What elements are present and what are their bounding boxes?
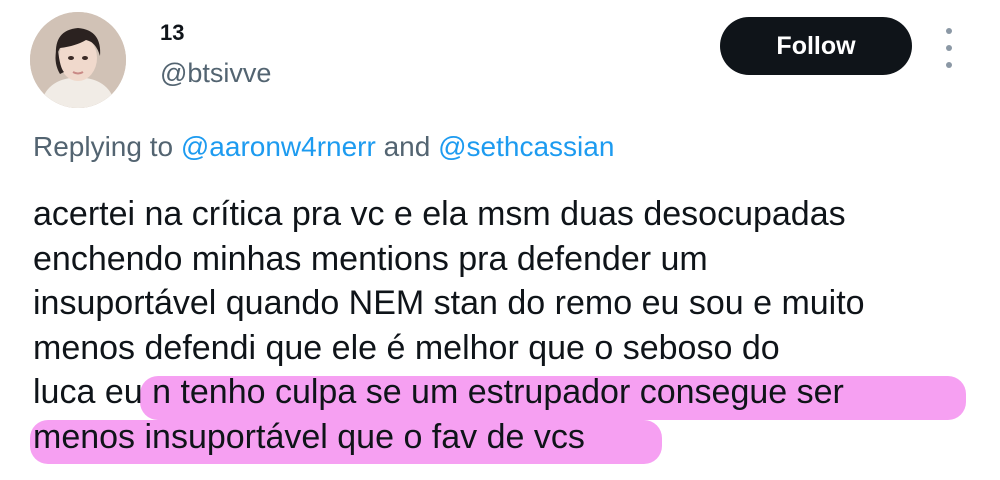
tweet-line: enchendo minhas mentions pra defender um [33, 239, 708, 278]
replying-to-line: Replying to @aaronw4rnerr and @sethcassi… [33, 131, 614, 163]
replying-conjunction: and [383, 131, 431, 162]
tweet-text: acertei na crítica pra vc e ela msm duas… [33, 192, 983, 459]
dot [946, 28, 952, 34]
replying-label: Replying to [33, 131, 174, 162]
follow-button[interactable]: Follow [720, 17, 912, 75]
display-name[interactable]: 13 [160, 20, 184, 46]
three-dots-vertical-icon[interactable] [936, 28, 962, 68]
mention-link[interactable]: @sethcassian [438, 131, 614, 162]
tweet-line: luca eu n tenho culpa se um estrupador c… [33, 373, 844, 411]
user-handle[interactable]: @btsivve [160, 58, 271, 89]
tweet-line: menos defendi que ele é melhor que o seb… [33, 328, 780, 367]
tweet-line: insuportável quando NEM stan do remo eu … [33, 284, 865, 322]
mention-link[interactable]: @aaronw4rnerr [181, 131, 376, 162]
tweet-line: acertei na crítica pra vc e ela msm duas… [33, 195, 846, 233]
dot [946, 45, 952, 51]
dot [946, 62, 952, 68]
avatar[interactable] [30, 12, 126, 108]
tweet-line: menos insuportável que o fav de vcs [33, 417, 585, 456]
profile-photo-icon [30, 12, 126, 108]
